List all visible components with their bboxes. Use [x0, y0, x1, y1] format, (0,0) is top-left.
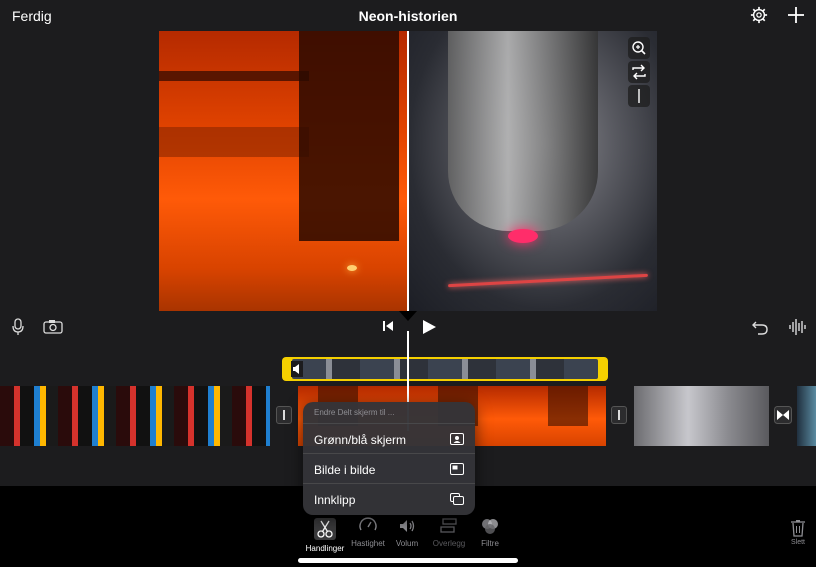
- trash-icon: [791, 520, 805, 537]
- plus-icon[interactable]: [786, 5, 806, 25]
- cross-dissolve-transition-icon[interactable]: [774, 406, 792, 424]
- swap-icon[interactable]: [628, 61, 650, 83]
- tool-label: Filtre: [481, 539, 499, 548]
- active-highlight: [314, 518, 336, 540]
- tool-label: Handlinger: [305, 544, 345, 553]
- gear-icon[interactable]: [750, 6, 768, 24]
- home-indicator: [298, 558, 518, 563]
- frame-detail: [448, 273, 648, 288]
- menu-item-picture-in-picture[interactable]: Bilde i bilde: [303, 454, 475, 484]
- right-video-frame: [408, 31, 657, 311]
- split-screen-change-menu: Endre Delt skjerm til ... Grønn/blå skje…: [303, 402, 475, 515]
- video-clip[interactable]: [797, 386, 816, 446]
- frame-detail: [159, 127, 309, 157]
- split-screen-divider[interactable]: [407, 31, 409, 311]
- microphone-icon[interactable]: [11, 318, 25, 336]
- top-bar: Ferdig Neon-historien: [0, 0, 816, 31]
- frame-detail: [448, 31, 598, 231]
- tool-label: Volum: [395, 539, 419, 548]
- frame-detail: [159, 71, 309, 81]
- frame-detail: [299, 31, 399, 241]
- audio-waveform-icon[interactable]: [788, 318, 806, 336]
- play-icon[interactable]: [421, 319, 437, 335]
- overlay-clip-selected[interactable]: [282, 357, 608, 381]
- tool-label: Overlegg: [432, 539, 466, 548]
- video-viewer: [0, 31, 816, 311]
- divider-line-icon[interactable]: [628, 85, 650, 107]
- frame-detail: [508, 229, 538, 243]
- menu-item-label: Bilde i bilde: [314, 463, 376, 477]
- filter-circles-icon: [482, 519, 498, 534]
- transition-line: [618, 410, 620, 420]
- left-video-frame: [159, 31, 408, 311]
- speaker-icon: [291, 361, 303, 377]
- transition-button[interactable]: [276, 406, 292, 424]
- camera-icon[interactable]: [43, 319, 63, 334]
- speaker-icon: [400, 520, 415, 532]
- delete-button[interactable]: Slett: [786, 519, 810, 546]
- zoom-icon[interactable]: [628, 37, 650, 59]
- menu-item-green-blue-screen[interactable]: Grønn/blå skjerm: [303, 424, 475, 454]
- tool-label: Hastighet: [351, 539, 385, 548]
- transition-line: [283, 410, 285, 420]
- skip-to-start-icon[interactable]: [382, 320, 394, 332]
- person-screen-icon: [450, 433, 464, 445]
- clip-frame: [548, 386, 588, 426]
- video-clip[interactable]: [634, 386, 769, 446]
- project-title: Neon-historien: [358, 8, 458, 24]
- playhead-marker: [399, 311, 417, 321]
- undo-icon[interactable]: [751, 319, 769, 335]
- menu-item-label: Grønn/blå skjerm: [314, 433, 407, 447]
- picture-in-picture-icon: [450, 463, 464, 475]
- transition-button[interactable]: [611, 406, 627, 424]
- speedometer-icon: [359, 517, 377, 531]
- overlay-icon: [440, 518, 457, 533]
- menu-item-label: Innklipp: [314, 493, 356, 507]
- delete-label: Slett: [790, 539, 805, 546]
- menu-item-cutaway[interactable]: Innklipp: [303, 484, 475, 514]
- overlay-clip-frames: [292, 359, 598, 379]
- frame-detail: [347, 265, 357, 271]
- cutaway-icon: [450, 493, 464, 505]
- menu-header: Endre Delt skjerm til ...: [303, 402, 475, 424]
- tool-filters[interactable]: Filtre: [465, 516, 515, 548]
- scissors-icon: [317, 520, 333, 538]
- video-clip[interactable]: [0, 386, 270, 446]
